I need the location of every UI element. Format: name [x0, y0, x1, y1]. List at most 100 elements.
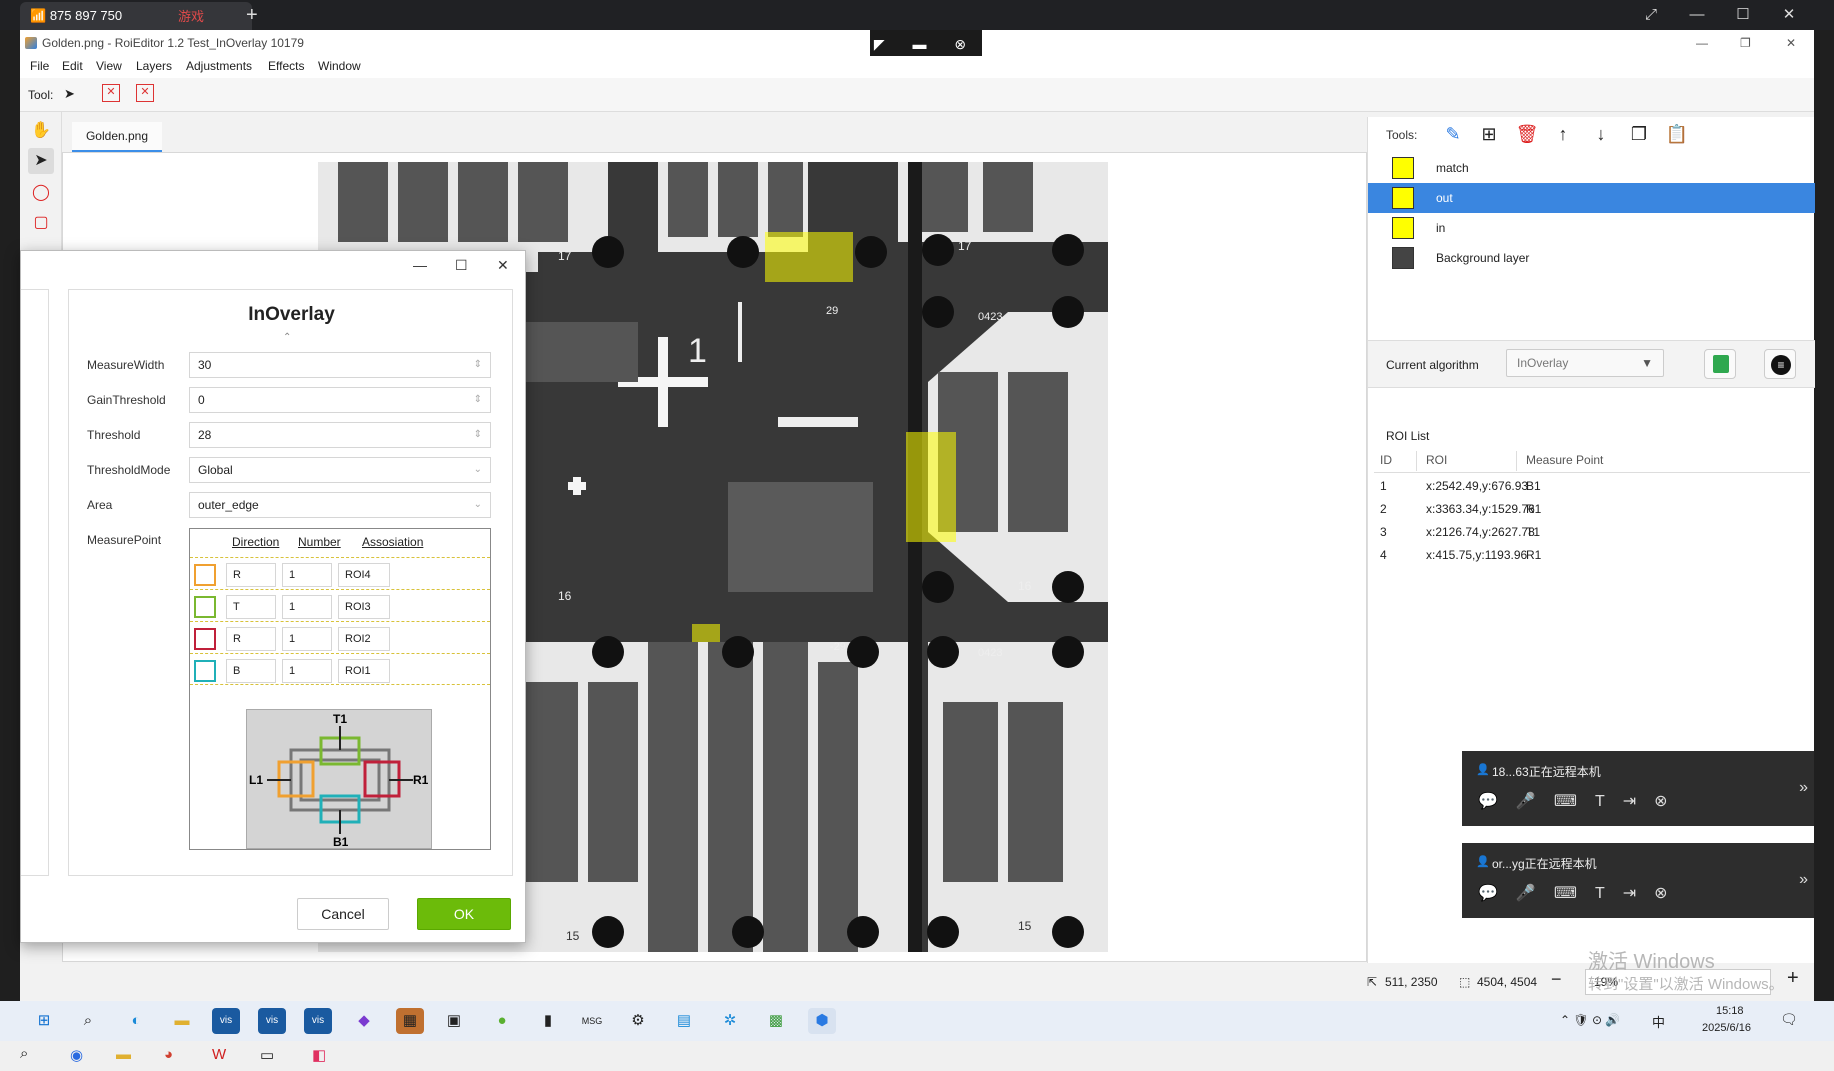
association-select[interactable]: ROI1 — [338, 659, 390, 683]
expand-icon[interactable]: » — [1799, 779, 1808, 797]
search-icon[interactable]: ⌕ — [74, 1008, 102, 1034]
app-icon[interactable]: ▣ — [440, 1008, 468, 1034]
area-select[interactable]: outer_edge ⌄ — [189, 492, 491, 518]
select-tool-icon[interactable]: ➤ — [28, 148, 54, 174]
app-minimize-icon[interactable]: — — [1696, 30, 1708, 56]
edit-icon[interactable]: ✎ — [1440, 121, 1466, 147]
vis-app-icon[interactable]: vis — [212, 1008, 240, 1034]
windows-start-icon[interactable]: ⊞ — [30, 1008, 58, 1034]
dialog-minimize-icon[interactable]: — — [413, 257, 427, 273]
direction-select[interactable]: T — [226, 595, 276, 619]
gainthreshold-input[interactable]: 0 ⇕ — [189, 387, 491, 413]
tab-golden-png[interactable]: Golden.png — [72, 122, 162, 152]
algorithm-cube-button[interactable] — [1704, 349, 1736, 379]
direction-select[interactable]: R — [226, 627, 276, 651]
new-tab-button[interactable]: + — [246, 2, 258, 28]
collapse-icon[interactable]: ⌃ — [283, 332, 291, 343]
algorithm-select[interactable]: InOverlay ▼ — [1506, 349, 1664, 377]
layer-row-background[interactable]: Background layer — [1368, 243, 1815, 273]
ok-button[interactable]: OK — [417, 898, 511, 930]
msg-icon[interactable]: MSG — [578, 1008, 606, 1034]
table-row[interactable]: 4 x:415.75,y:1193.96 R1 — [1374, 548, 1810, 568]
table-row[interactable]: 2 x:3363.34,y:1529.76 R1 — [1374, 502, 1810, 522]
gear-icon[interactable]: ⚙ — [624, 1008, 652, 1034]
maximize-icon[interactable]: ☐ — [1728, 4, 1758, 26]
remote-tab-game[interactable]: 游戏 — [178, 6, 204, 25]
menu-adjustments[interactable]: Adjustments — [186, 59, 252, 73]
copy-icon[interactable]: ❐ — [1626, 121, 1652, 147]
wps-icon[interactable]: W — [212, 1046, 226, 1063]
number-stepper[interactable]: 1 — [282, 659, 332, 683]
zoom-in-button[interactable]: + — [1787, 967, 1799, 990]
menu-view[interactable]: View — [96, 59, 122, 73]
app-icon[interactable]: ▦ — [396, 1008, 424, 1034]
app-close-icon[interactable]: ✕ — [1786, 30, 1796, 56]
mp-color-swatch[interactable] — [194, 596, 216, 618]
remote-control-icons[interactable]: ◤ ▬ ⊗ — [870, 30, 982, 58]
zoom-out-button[interactable]: − — [1551, 969, 1562, 990]
minimize-icon[interactable]: — — [1682, 4, 1712, 26]
rectangle-tool-icon[interactable]: ▢ — [28, 210, 54, 236]
add-layer-icon[interactable]: ⊞ — [1476, 121, 1502, 147]
delete-icon[interactable]: 🗑 — [1514, 121, 1540, 147]
clear-selection-icon[interactable]: ✕ — [102, 84, 120, 102]
app-icon[interactable]: ▭ — [260, 1046, 274, 1064]
app-restore-icon[interactable]: ❐ — [1740, 30, 1751, 56]
fullscreen-icon[interactable]: ⤢ — [1636, 4, 1666, 26]
roieditor-icon[interactable]: ⬢ — [808, 1008, 836, 1034]
app-icon[interactable]: ● — [488, 1008, 516, 1034]
number-stepper[interactable]: 1 — [282, 627, 332, 651]
folder-icon[interactable]: ▬ — [168, 1008, 196, 1034]
notification-actions-icons[interactable]: 💬🎤⌨T⇥⊗ — [1478, 791, 1686, 811]
ellipse-tool-icon[interactable]: ◯ — [28, 180, 54, 206]
chrome-icon[interactable]: ◕ — [164, 1046, 173, 1063]
ime-indicator[interactable]: 中 — [1652, 1012, 1665, 1031]
notification-actions-icons[interactable]: 💬🎤⌨T⇥⊗ — [1478, 883, 1686, 903]
menu-edit[interactable]: Edit — [62, 59, 83, 73]
app-icon[interactable]: ▩ — [762, 1008, 790, 1034]
app-icon[interactable]: ✲ — [716, 1008, 744, 1034]
layer-row-in[interactable]: in — [1368, 213, 1815, 243]
remote-tab[interactable]: 📶 875 897 750 — [20, 2, 252, 30]
clock-date[interactable]: 2025/6/16 — [1702, 1022, 1751, 1034]
move-up-icon[interactable]: ↑ — [1550, 121, 1576, 147]
visual-studio-icon[interactable]: ◆ — [350, 1008, 378, 1034]
table-row[interactable]: 1 x:2542.49,y:676.93 B1 — [1374, 479, 1810, 499]
folder-icon[interactable]: ▬ — [116, 1046, 131, 1063]
edge-icon[interactable]: ◐ — [122, 1008, 150, 1034]
arrow-tool-icon[interactable]: ➤ — [64, 86, 75, 102]
vis-app-icon[interactable]: vis — [258, 1008, 286, 1034]
table-row[interactable]: 3 x:2126.74,y:2627.78 T1 — [1374, 525, 1810, 545]
direction-select[interactable]: B — [226, 659, 276, 683]
thresholdmode-select[interactable]: Global ⌄ — [189, 457, 491, 483]
association-select[interactable]: ROI4 — [338, 563, 390, 587]
move-down-icon[interactable]: ↓ — [1588, 121, 1614, 147]
mp-color-swatch[interactable] — [194, 660, 216, 682]
app-icon[interactable]: ◉ — [70, 1046, 83, 1064]
menu-effects[interactable]: Effects — [268, 59, 304, 73]
dialog-close-icon[interactable]: ✕ — [497, 257, 509, 274]
close-icon[interactable]: ✕ — [1774, 4, 1804, 26]
search-icon[interactable]: ⌕ — [20, 1045, 28, 1062]
mp-color-swatch[interactable] — [194, 564, 216, 586]
association-select[interactable]: ROI2 — [338, 627, 390, 651]
direction-select[interactable]: R — [226, 563, 276, 587]
menu-layers[interactable]: Layers — [136, 59, 172, 73]
clear-all-icon[interactable]: ✕ — [136, 84, 154, 102]
app-icon[interactable]: ▤ — [670, 1008, 698, 1034]
layer-row-match[interactable]: match — [1368, 153, 1815, 183]
number-stepper[interactable]: 1 — [282, 563, 332, 587]
clock-time[interactable]: 15:18 — [1716, 1005, 1744, 1017]
layer-row-out[interactable]: out — [1368, 183, 1815, 213]
dialog-maximize-icon[interactable]: ☐ — [455, 257, 468, 274]
tray-icons[interactable]: ⌃ 🛡 ⊙ 🔊 — [1560, 1013, 1620, 1027]
paste-icon[interactable]: 📋 — [1664, 121, 1690, 147]
vis-app-icon[interactable]: vis — [304, 1008, 332, 1034]
expand-icon[interactable]: » — [1799, 871, 1808, 889]
menu-window[interactable]: Window — [318, 59, 361, 73]
cancel-button[interactable]: Cancel — [297, 898, 389, 930]
threshold-input[interactable]: 28 ⇕ — [189, 422, 491, 448]
mp-color-swatch[interactable] — [194, 628, 216, 650]
algorithm-settings-button[interactable]: ≡ — [1764, 349, 1796, 379]
hand-tool-icon[interactable]: ✋ — [28, 118, 54, 144]
